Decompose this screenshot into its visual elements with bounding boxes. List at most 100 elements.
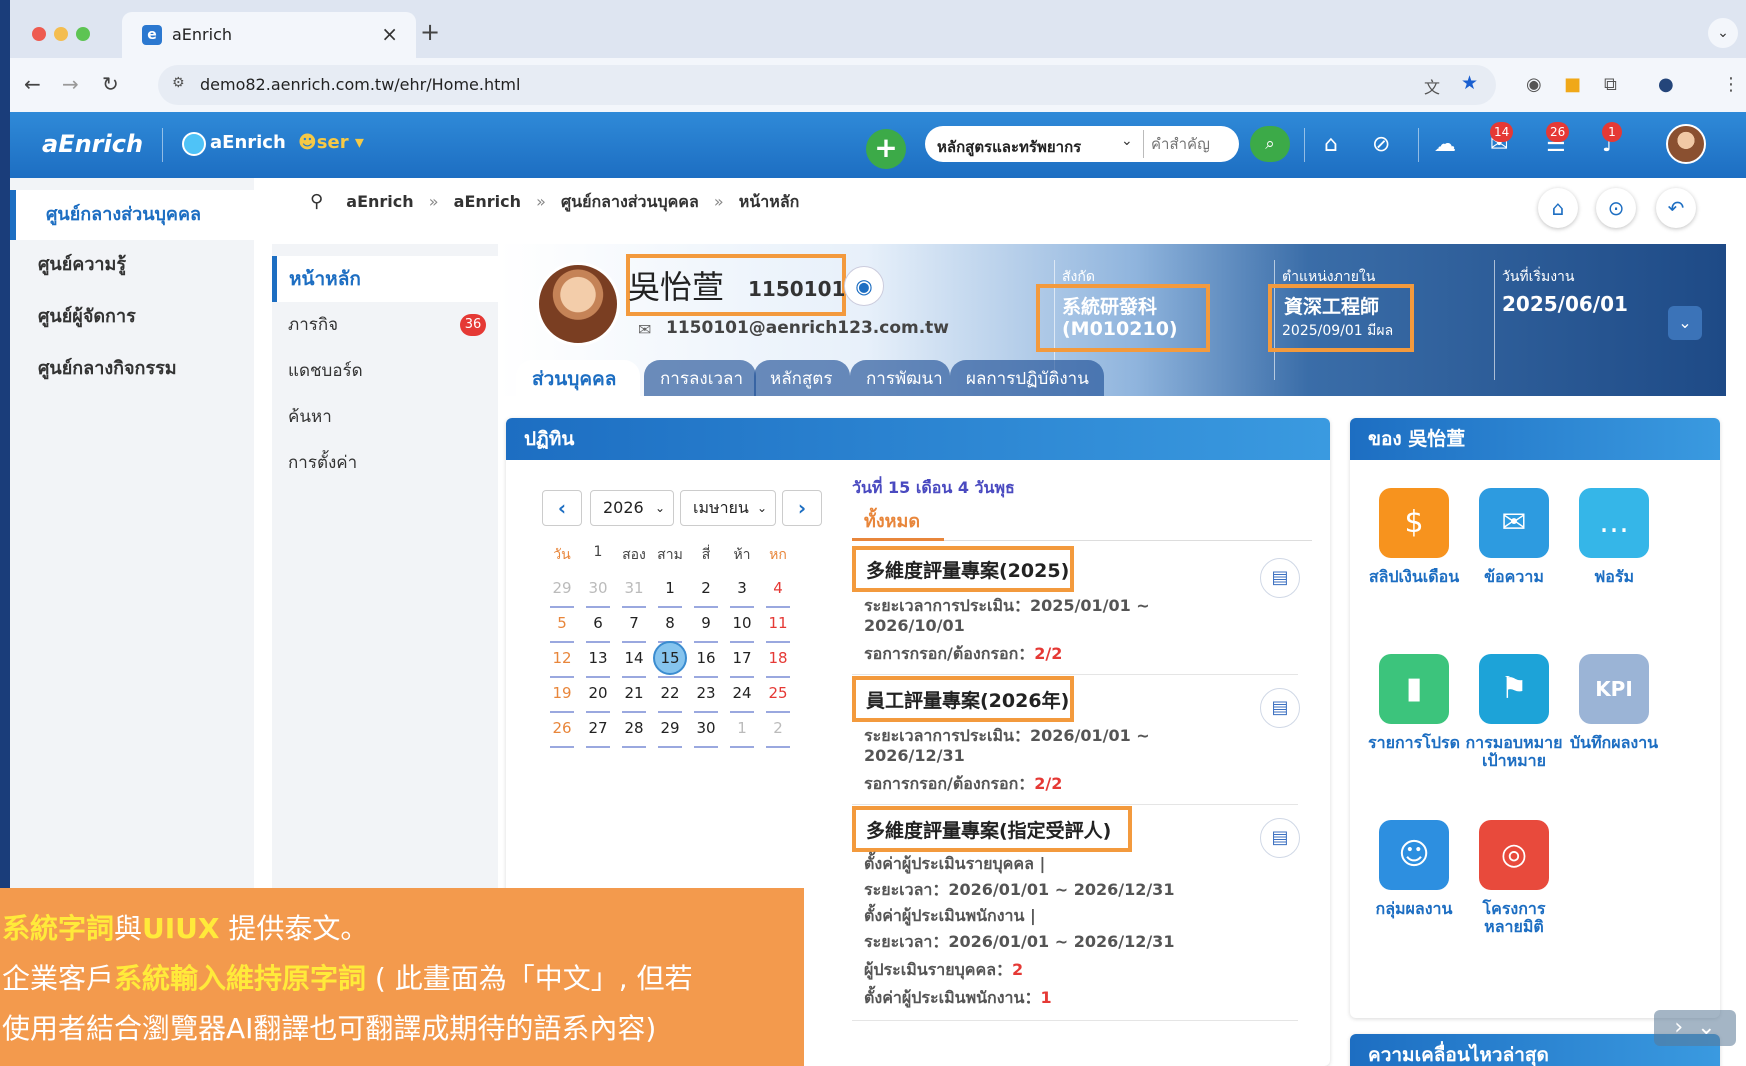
close-window-dot[interactable] <box>32 27 46 41</box>
calendar-day[interactable]: 10 <box>722 609 762 645</box>
translate-icon[interactable]: 文 <box>1424 74 1440 98</box>
calendar-day[interactable]: 27 <box>578 714 618 750</box>
scroll-control[interactable]: › ⌄ <box>1654 1010 1736 1046</box>
tab-search-icon[interactable]: ⌄ <box>1708 18 1738 48</box>
next-month-button[interactable]: › <box>782 490 822 526</box>
minimize-window-dot[interactable] <box>54 27 68 41</box>
tab-performance[interactable]: ผลการปฏิบัติงาน <box>950 360 1104 396</box>
task-title[interactable]: 員工評量專案(2026年) <box>866 686 1069 713</box>
extension-icon[interactable]: ■ <box>1564 74 1581 95</box>
chevron-down-icon[interactable]: ⌄ <box>1668 306 1702 340</box>
browser-tab[interactable]: e aEnrich × <box>122 12 416 58</box>
add-button[interactable]: + <box>866 129 906 169</box>
sub-item-tasks[interactable]: ภารกิจ 36 <box>272 302 498 348</box>
site-info-icon[interactable]: ⚙ <box>172 75 185 91</box>
back-icon[interactable]: ← <box>24 72 41 96</box>
back-arrow-icon[interactable]: ↶ <box>1656 188 1696 228</box>
calendar-day[interactable]: 13 <box>578 644 618 680</box>
breadcrumb-item[interactable]: aEnrich <box>454 192 521 211</box>
menu-icon[interactable]: ⋮ <box>1722 74 1740 95</box>
tab-development[interactable]: การพัฒนา <box>850 360 950 396</box>
form-icon[interactable]: ▤ <box>1260 688 1300 728</box>
calendar-day[interactable]: 28 <box>614 714 654 750</box>
calendar-day[interactable]: 24 <box>722 679 762 715</box>
calendar-day[interactable]: 26 <box>542 714 582 750</box>
calendar-day[interactable]: 20 <box>578 679 618 715</box>
sub-item-dashboard[interactable]: แดชบอร์ด <box>272 348 498 394</box>
calendar-day[interactable]: 21 <box>614 679 654 715</box>
calendar-day[interactable]: 15 <box>650 641 690 680</box>
calendar-day[interactable]: 22 <box>650 679 690 715</box>
calendar-day[interactable]: 30 <box>578 574 618 610</box>
compass-icon[interactable]: ⊘ <box>1372 132 1390 157</box>
calendar-day[interactable]: 29 <box>542 574 582 610</box>
filter-tab-all[interactable]: ทั้งหมด <box>864 506 920 535</box>
tab-personal[interactable]: ส่วนบุคคล <box>516 360 640 396</box>
app-logo[interactable]: aEnrich <box>42 130 143 158</box>
url-text[interactable]: demo82.aenrich.com.tw/ehr/Home.html <box>200 75 520 94</box>
profile-icon[interactable]: ● <box>1658 74 1674 95</box>
user-menu[interactable]: ☻ser ▾ <box>298 132 364 153</box>
calendar-day[interactable]: 8 <box>650 609 690 645</box>
calendar-day[interactable]: 1 <box>722 714 762 750</box>
form-icon[interactable]: ▤ <box>1260 558 1300 598</box>
quick-link-item[interactable]: $ สลิปเงินเดือน <box>1364 488 1464 586</box>
task-title[interactable]: 多維度評量專案(2025) <box>866 556 1069 583</box>
sub-item-home[interactable]: หน้าหลัก <box>272 256 498 302</box>
camera-icon[interactable]: ◉ <box>1526 74 1542 95</box>
calendar-day[interactable]: 7 <box>614 609 654 645</box>
tab-close-icon[interactable]: × <box>381 22 398 46</box>
breadcrumb-item[interactable]: aEnrich <box>346 192 413 211</box>
calendar-day[interactable]: 16 <box>686 644 726 680</box>
nav-item-knowledge-center[interactable]: ศูนย์ความรู้ <box>10 240 254 290</box>
tab-attendance[interactable]: การลงเวลา <box>644 360 756 396</box>
avatar[interactable] <box>1666 124 1706 164</box>
year-select[interactable]: 2026 ⌄ <box>590 490 674 526</box>
quick-link-item[interactable]: ▮ รายการโปรด <box>1364 654 1464 752</box>
new-tab-button[interactable]: + <box>420 18 440 46</box>
calendar-day[interactable]: 25 <box>758 679 798 715</box>
nav-item-manager-center[interactable]: ศูนย์ผู้จัดการ <box>10 292 254 342</box>
calendar-day[interactable]: 12 <box>542 644 582 680</box>
calendar-day[interactable]: 29 <box>650 714 690 750</box>
calendar-day[interactable]: 31 <box>614 574 654 610</box>
puzzle-icon[interactable]: ⧉ <box>1604 74 1617 95</box>
address-bar[interactable]: ⚙ demo82.aenrich.com.tw/ehr/Home.html 文 … <box>158 65 1496 105</box>
sub-item-settings[interactable]: การตั้งค่า <box>272 440 498 486</box>
zoom-window-dot[interactable] <box>76 27 90 41</box>
calendar-day[interactable]: 19 <box>542 679 582 715</box>
prev-month-button[interactable]: ‹ <box>542 490 582 526</box>
calendar-day[interactable]: 6 <box>578 609 618 645</box>
calendar-day[interactable]: 18 <box>758 644 798 680</box>
calendar-day[interactable]: 5 <box>542 609 582 645</box>
company-name[interactable]: aEnrich <box>210 132 286 153</box>
bookmark-star-icon[interactable]: ★ <box>1461 72 1478 94</box>
month-select[interactable]: เมษายน ⌄ <box>680 490 776 526</box>
calendar-day[interactable]: 9 <box>686 609 726 645</box>
calendar-day[interactable]: 14 <box>614 644 654 680</box>
quick-link-item[interactable]: ⚑ การมอบหมายเป้าหมาย <box>1464 654 1564 770</box>
quick-link-item[interactable]: … ฟอรัม <box>1564 488 1664 586</box>
calendar-day[interactable]: 3 <box>722 574 762 610</box>
map-icon[interactable]: ⊙ <box>1596 188 1636 228</box>
reload-icon[interactable]: ↻ <box>102 72 119 96</box>
eye-icon[interactable]: ◉ <box>844 266 884 306</box>
quick-link-item[interactable]: ◎ โครงการหลายมิติ <box>1464 820 1564 936</box>
nav-item-personal-center[interactable]: ศูนย์กลางส่วนบุคคล <box>10 190 254 240</box>
calendar-day[interactable]: 2 <box>758 714 798 750</box>
sub-item-search[interactable]: ค้นหา <box>272 394 498 440</box>
calendar-day[interactable]: 2 <box>686 574 726 610</box>
calendar-day[interactable]: 30 <box>686 714 726 750</box>
quick-link-item[interactable]: KPI บันทึกผลงาน <box>1564 654 1664 752</box>
dashboard-shortcut-icon[interactable]: ⌂ <box>1538 188 1578 228</box>
form-icon[interactable]: ▤ <box>1260 818 1300 858</box>
quick-link-item[interactable]: ✉ ข้อความ <box>1464 488 1564 586</box>
calendar-day[interactable]: 23 <box>686 679 726 715</box>
chat-icon[interactable]: ☁ <box>1434 132 1456 157</box>
quick-link-item[interactable]: ☺ กลุ่มผลงาน <box>1364 820 1464 918</box>
search-input[interactable] <box>1151 130 1231 158</box>
calendar-day[interactable]: 11 <box>758 609 798 645</box>
calendar-day[interactable]: 17 <box>722 644 762 680</box>
forward-icon[interactable]: → <box>62 72 79 96</box>
task-title[interactable]: 多維度評量專案(指定受評人) <box>866 816 1111 843</box>
